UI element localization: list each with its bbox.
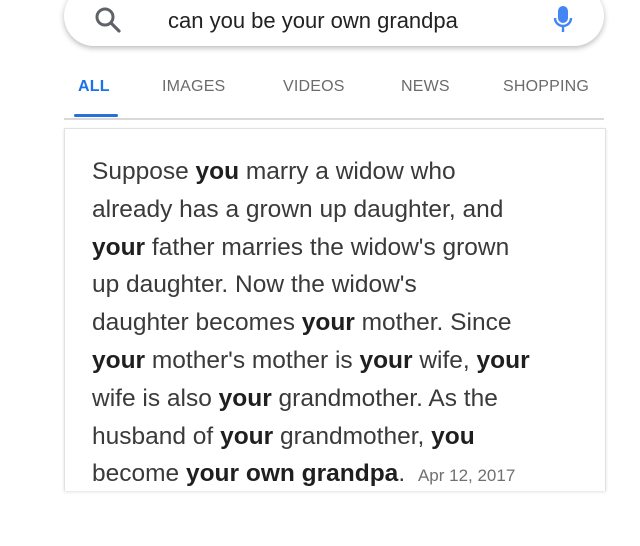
- snippet-bold-term: your: [220, 422, 274, 450]
- snippet-text: .: [398, 460, 412, 488]
- snippet-bold-term: your: [301, 309, 355, 337]
- snippet-bold-term: your own grandpa: [185, 460, 399, 488]
- snippet-bold-term: you: [431, 422, 475, 450]
- snippet-bold-term: your: [359, 346, 413, 374]
- snippet-bold-term: your: [92, 346, 146, 374]
- snippet-text: grandmother. As the: [271, 384, 498, 412]
- snippet-text: mother's mother is: [145, 346, 360, 374]
- snippet-line: daughter becomes your mother. Since: [92, 304, 592, 342]
- snippet-line: Suppose you marry a widow who: [92, 153, 592, 191]
- snippet-text: up daughter. Now the widow's: [92, 271, 417, 299]
- tab-shopping[interactable]: SHOPPING: [503, 78, 589, 96]
- snippet-text: Suppose: [92, 158, 196, 185]
- snippet-line: become your own grandpa. Apr 12, 2017: [92, 455, 592, 495]
- snippet-bold-term: your: [476, 346, 530, 374]
- snippet-text: father marries the widow's grown: [145, 233, 510, 261]
- snippet-text: already has a grown up daughter, and: [92, 195, 504, 223]
- snippet-text: marry a widow who: [239, 158, 456, 185]
- tab-images[interactable]: IMAGES: [162, 78, 225, 96]
- search-results-page: can you be your own grandpa ALL IMAGES V…: [0, 0, 640, 546]
- mic-icon[interactable]: [552, 4, 574, 36]
- tab-all[interactable]: ALL: [78, 78, 110, 96]
- snippet-date: Apr 12, 2017: [417, 466, 516, 486]
- snippet-bold-term: you: [195, 158, 240, 185]
- tabs-divider: [64, 118, 604, 120]
- snippet-line: already has a grown up daughter, and: [92, 191, 592, 229]
- snippet-text: become: [92, 460, 186, 488]
- tab-news[interactable]: NEWS: [401, 78, 450, 96]
- active-tab-indicator: [74, 114, 118, 117]
- featured-snippet-text: Suppose you marry a widow who already has…: [92, 153, 592, 495]
- search-input[interactable]: can you be your own grandpa: [168, 8, 458, 34]
- featured-snippet-card: Suppose you marry a widow who already has…: [64, 128, 606, 491]
- snippet-line: wife is also your grandmother. As the: [92, 380, 592, 418]
- snippet-bold-term: your: [92, 233, 146, 261]
- snippet-text: husband of: [92, 422, 221, 450]
- snippet-text: wife,: [412, 346, 477, 374]
- snippet-line: your father marries the widow's grown: [92, 229, 592, 267]
- snippet-text: mother. Since: [354, 309, 512, 337]
- search-icon[interactable]: [94, 6, 122, 34]
- snippet-text: daughter becomes: [92, 309, 302, 337]
- snippet-text: wife is also: [92, 384, 219, 412]
- snippet-text: grandmother,: [273, 422, 432, 450]
- search-tabs: ALL IMAGES VIDEOS NEWS SHOPPING: [0, 70, 640, 120]
- snippet-line: up daughter. Now the widow's: [92, 266, 592, 304]
- tab-videos[interactable]: VIDEOS: [283, 78, 345, 96]
- snippet-bold-term: your: [218, 384, 272, 412]
- search-bar[interactable]: can you be your own grandpa: [64, 0, 604, 46]
- snippet-line: husband of your grandmother, you: [92, 418, 592, 456]
- snippet-line: your mother's mother is your wife, your: [92, 342, 592, 380]
